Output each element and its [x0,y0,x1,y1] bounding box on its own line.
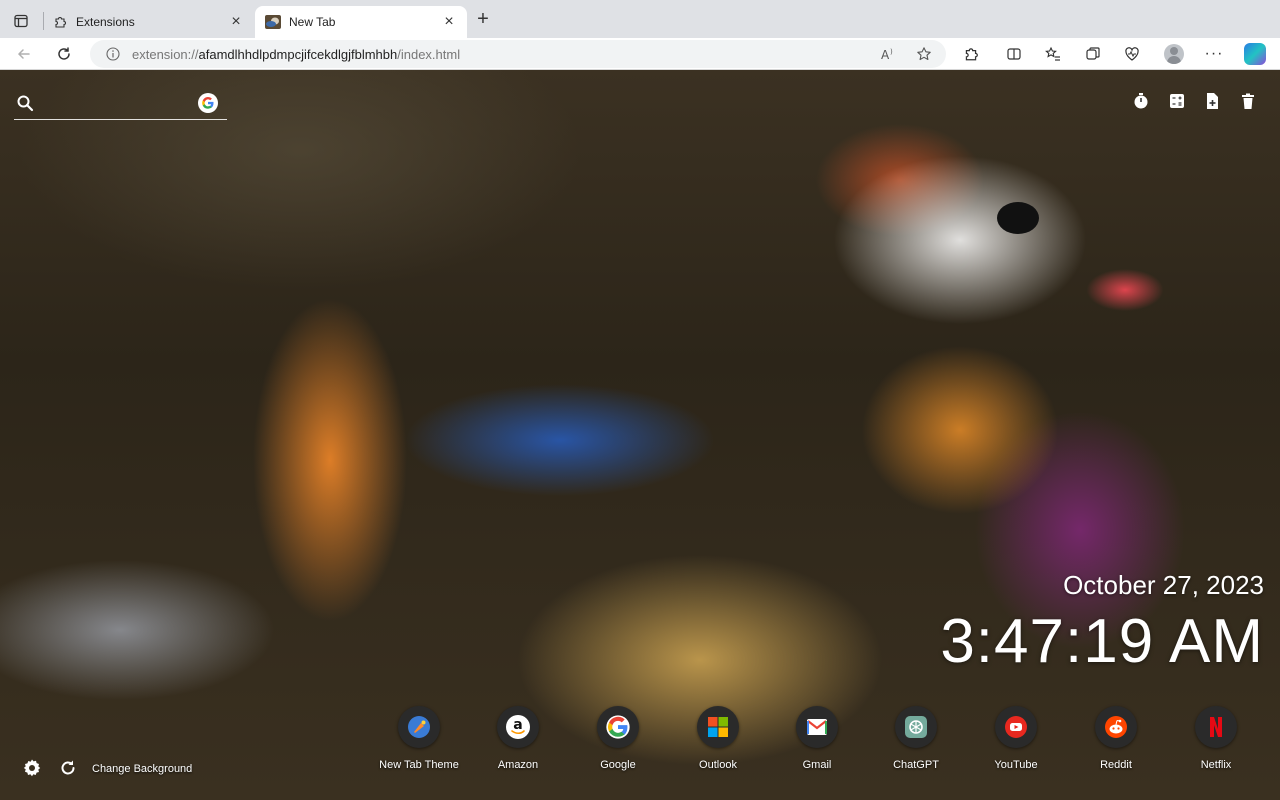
close-tab-icon[interactable]: × [228,14,244,30]
favorite-star-icon[interactable] [913,43,935,65]
tab-strip: Extensions × New Tab × + [0,0,1280,38]
shortcut-label: Netflix [1200,759,1232,771]
shortcut-outlook[interactable]: Outlook [668,706,768,776]
shortcut-chatgpt[interactable]: ChatGPT [866,706,966,776]
chatgpt-icon [895,706,937,748]
amazon-icon: a [497,706,539,748]
settings-button[interactable] [22,758,42,778]
sidebar-layout-icon [14,14,28,28]
shortcut-label: New Tab Theme [379,759,459,771]
outlook-icon [697,706,739,748]
tab-title: New Tab [289,15,336,29]
duck-thumbnail-icon [265,14,281,30]
clock-time: 3:47:19 AM [940,607,1264,676]
profile-avatar[interactable] [1164,44,1184,64]
gmail-icon [796,706,838,748]
url-host: afamdlhhdlpdmpcjifcekdlgjfblmhbh [198,46,398,62]
extensions-button[interactable] [958,41,984,67]
browser-toolbar: extension://afamdlhhdlpdmpcjifcekdlgjfbl… [0,38,1280,70]
tab-title: Extensions [76,15,135,29]
split-screen-button[interactable] [1001,41,1027,67]
timer-icon [1134,93,1148,109]
search-icon [17,95,34,112]
shortcut-new-tab-theme[interactable]: New Tab Theme [369,706,469,776]
trash-icon [1242,93,1254,109]
browser-essentials-button[interactable] [1119,41,1145,67]
shortcut-amazon[interactable]: a Amazon [468,706,568,776]
new-note-icon [1207,93,1218,109]
read-aloud-icon[interactable]: A) [878,43,900,65]
youtube-icon [995,706,1037,748]
ellipsis-icon: ··· [1204,45,1224,62]
trash-button[interactable] [1237,90,1259,112]
wallpaper-detail [997,202,1039,234]
new-tab-button[interactable]: + [472,9,494,31]
back-button[interactable] [11,41,37,67]
google-icon[interactable] [198,93,218,113]
calculator-button[interactable] [1166,90,1188,112]
heart-pulse-icon [1125,47,1139,61]
refresh-background-button[interactable] [58,758,78,778]
shortcut-netflix[interactable]: Netflix [1166,706,1266,776]
shortcut-gmail[interactable]: Gmail [767,706,867,776]
arrow-left-icon [17,49,30,59]
shortcut-label: ChatGPT [893,759,939,771]
copilot-icon[interactable] [1244,43,1266,65]
reload-button[interactable] [51,41,77,67]
search-bar[interactable] [14,92,227,120]
change-background-link[interactable]: Change Background [92,763,192,775]
address-bar[interactable]: extension://afamdlhhdlpdmpcjifcekdlgjfbl… [90,40,946,68]
split-screen-icon [1007,48,1021,60]
new-tab-page: October 27, 2023 3:47:19 AM New Tab Them… [0,70,1280,800]
reload-icon [58,47,70,60]
shortcut-label: Amazon [497,759,539,771]
url-path: /index.html [397,46,461,62]
shortcut-label: Gmail [802,759,832,771]
reddit-icon [1095,706,1137,748]
new-tab-theme-icon [398,706,440,748]
new-note-button[interactable] [1201,90,1223,112]
puzzle-icon [52,14,68,30]
tab-extensions[interactable]: Extensions × [42,6,254,38]
favorites-button[interactable] [1040,41,1066,67]
shortcut-label: Reddit [1100,759,1132,771]
shortcut-label: Outlook [699,759,737,771]
shortcut-label: YouTube [994,759,1038,771]
info-icon[interactable] [104,45,122,63]
collections-button[interactable] [1080,41,1106,67]
gear-icon [23,759,41,777]
shortcut-youtube[interactable]: YouTube [966,706,1066,776]
svg-text:A: A [881,48,890,61]
google-icon [597,706,639,748]
search-input[interactable] [40,94,190,114]
tab-actions-menu-button[interactable] [8,8,34,34]
shortcut-reddit[interactable]: Reddit [1066,706,1166,776]
calculator-icon [1170,94,1184,108]
clock-date: October 27, 2023 [1063,570,1264,600]
settings-more-button[interactable]: ··· [1201,41,1227,67]
collections-icon [1086,47,1100,60]
shortcut-google[interactable]: Google [568,706,668,776]
url-text[interactable]: extension://afamdlhhdlpdmpcjifcekdlgjfbl… [132,47,460,62]
shortcut-label: Google [600,759,636,771]
svg-text:): ) [890,48,893,56]
url-scheme: extension:// [132,46,199,62]
tab-new-tab[interactable]: New Tab × [255,6,467,38]
favorites-list-icon [1045,46,1060,61]
close-tab-icon[interactable]: × [441,14,457,30]
refresh-icon [61,760,75,775]
svg-text:a: a [513,717,522,733]
netflix-icon [1195,706,1237,748]
puzzle-icon [965,48,978,61]
timer-button[interactable] [1130,90,1152,112]
